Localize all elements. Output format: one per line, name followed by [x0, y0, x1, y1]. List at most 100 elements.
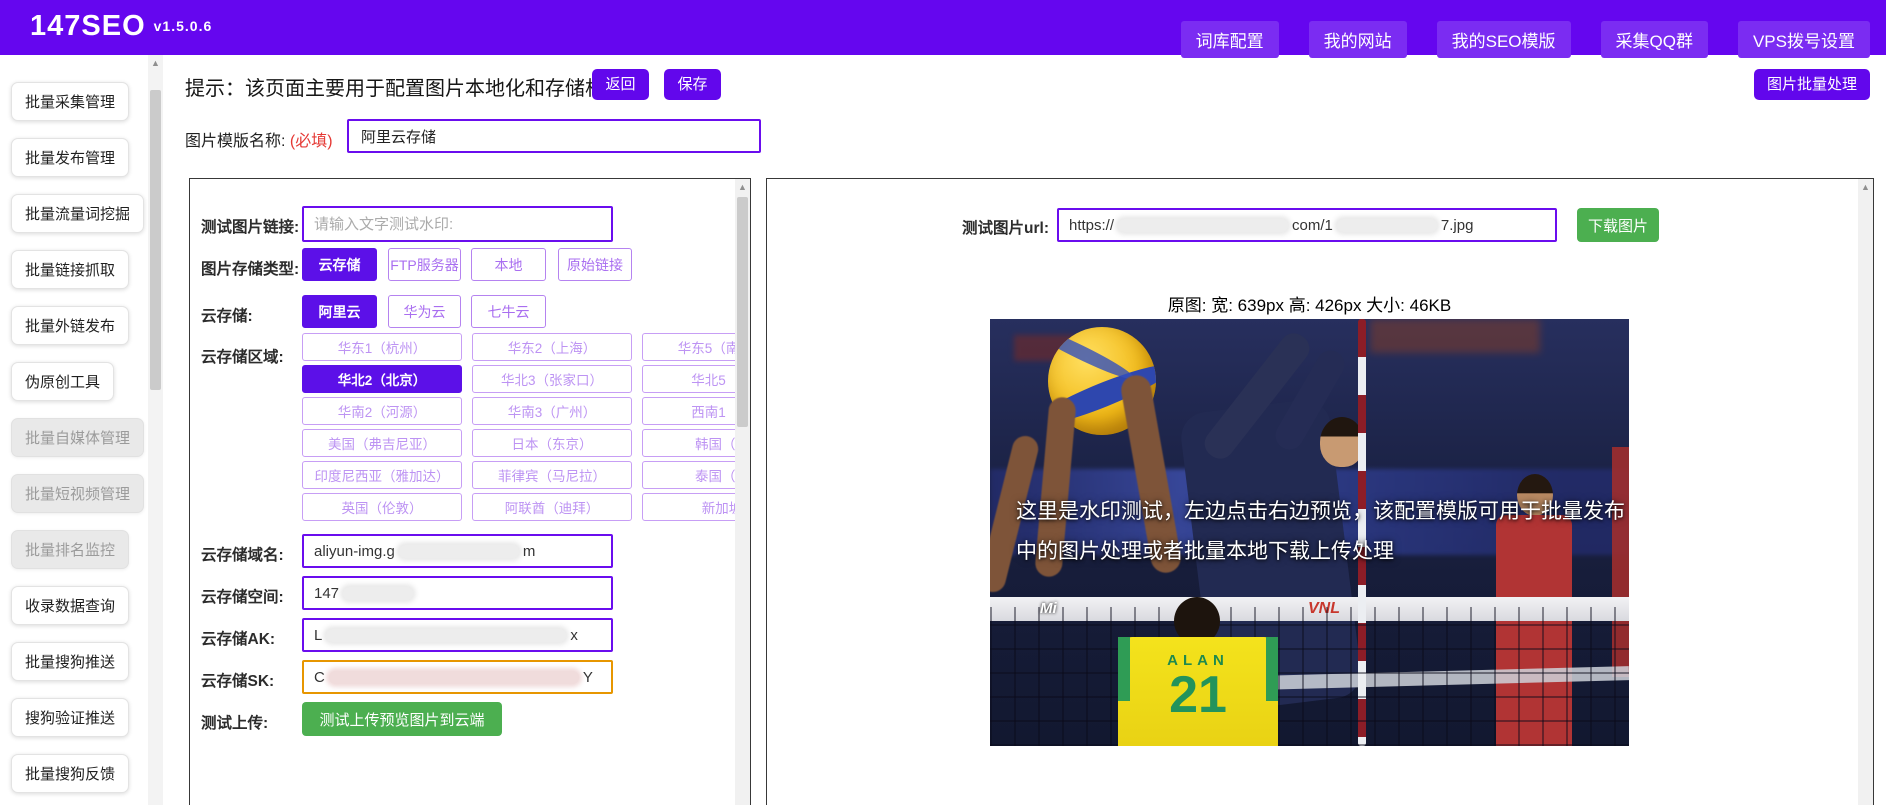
required-mark: (必填) [289, 133, 333, 150]
region-uk-london[interactable]: 英国（伦敦） [302, 493, 462, 521]
sk-input-focused[interactable]: CY [302, 660, 613, 694]
app-window: 147SEO v1.5.0.6 词库配置 我的网站 我的SEO模版 采集QQ群 V… [0, 0, 1886, 805]
region-huabei2-selected[interactable]: 华北2（北京） [302, 365, 462, 393]
region-huanan2[interactable]: 华南2（河源） [302, 397, 462, 425]
nav-item-vps-dial[interactable]: VPS拨号设置 [1737, 21, 1870, 58]
original-image-meta: 原图: 宽: 639px 高: 426px 大小: 46KB [1167, 296, 1452, 315]
brand-version: v1.5.0.6 [153, 18, 213, 34]
front-jersey-number: 21 [1169, 666, 1227, 724]
left-panel-scrollbar[interactable]: ▲ [735, 179, 750, 805]
storage-type-ftp[interactable]: FTP服务器 [388, 248, 461, 281]
redacted-text [1118, 218, 1289, 232]
storage-type-label: 图片存储类型: [201, 261, 300, 278]
sk-value-suffix: Y [582, 668, 593, 686]
preview-image: 22 Mi VNL ALAN 21 这里是水印测试，左边点击右边预览，该配置模版… [990, 319, 1629, 746]
storage-type-original[interactable]: 原始链接 [558, 248, 632, 281]
right-panel-scrollbar[interactable]: ▲ [1858, 179, 1873, 805]
region-us-virginia[interactable]: 美国（弗吉尼亚） [302, 429, 462, 457]
nav-item-thesaurus[interactable]: 词库配置 [1180, 21, 1279, 58]
sidebar-item-rewrite-tool[interactable]: 伪原创工具 [11, 362, 115, 401]
region-huadong1[interactable]: 华东1（杭州） [302, 333, 462, 361]
region-uae-dubai[interactable]: 阿联酋（迪拜） [472, 493, 632, 521]
storage-type-cloud[interactable]: 云存储 [302, 248, 377, 281]
vendor-huawei[interactable]: 华为云 [388, 295, 461, 328]
sk-label: 云存储SK: [201, 673, 275, 690]
page-tip: 提示：该页面主要用于配置图片本地化和存储相关 [185, 78, 625, 100]
sidebar-item-backlink[interactable]: 批量外链发布 [11, 306, 130, 345]
sidebar-item-rank-monitor: 批量排名监控 [11, 530, 130, 569]
domain-input[interactable]: aliyun-img.g m [302, 534, 613, 568]
sidebar-item-index-query[interactable]: 收录数据查询 [11, 586, 130, 625]
test-url-input[interactable]: https:// com/1 7.jpg [1057, 208, 1557, 242]
brand-logo: 147SEO v1.5.0.6 [30, 10, 212, 43]
ak-value-suffix: x [570, 626, 578, 644]
sidebar: 批量采集管理 批量发布管理 批量流量词挖掘 批量链接抓取 批量外链发布 伪原创工… [0, 55, 148, 805]
redacted-text [326, 628, 567, 642]
sidebar-item-media-manage: 批量自媒体管理 [11, 418, 145, 457]
nav-item-my-seo-templates[interactable]: 我的SEO模版 [1436, 21, 1571, 58]
region-huabei3[interactable]: 华北3（张家口） [472, 365, 632, 393]
watermark-line1: 这里是水印测试，左边点击右边预览，该配置模版可用于批量发布 [1016, 500, 1625, 523]
cloud-vendor-label: 云存储: [201, 308, 253, 325]
bucket-input[interactable]: 147 [302, 576, 613, 610]
watermark-line2: 中的图片处理或者批量本地下载上传处理 [1016, 540, 1394, 563]
region-japan-tokyo[interactable]: 日本（东京） [472, 429, 632, 457]
sidebar-item-publish[interactable]: 批量发布管理 [11, 138, 130, 177]
template-name-label-text: 图片模版名称: [185, 133, 286, 150]
sk-value-prefix: C [314, 668, 325, 686]
redacted-text [343, 586, 414, 600]
storage-type-local[interactable]: 本地 [471, 248, 546, 281]
test-upload-label: 测试上传: [201, 715, 269, 732]
topbar-nav: 词库配置 我的网站 我的SEO模版 采集QQ群 VPS拨号设置 [1180, 21, 1870, 58]
sidebar-item-link-grab[interactable]: 批量链接抓取 [11, 250, 130, 289]
ak-input[interactable]: Lx [302, 618, 613, 652]
sidebar-item-sogou-feedback[interactable]: 批量搜狗反馈 [11, 754, 130, 793]
main-scrollbar[interactable]: ▲ [148, 55, 163, 805]
test-image-link-input[interactable] [302, 206, 613, 242]
scroll-up-icon[interactable]: ▲ [735, 181, 750, 193]
url-mid: com/1 [1292, 216, 1333, 234]
back-button[interactable]: 返回 [592, 69, 649, 100]
left-panel-scrollbar-thumb[interactable] [737, 197, 748, 427]
region-philippines[interactable]: 菲律宾（马尼拉） [472, 461, 632, 489]
region-huanan3[interactable]: 华南3（广州） [472, 397, 632, 425]
main-scrollbar-thumb[interactable] [150, 90, 161, 390]
redacted-text [328, 670, 579, 684]
net-mesh [990, 607, 1629, 746]
region-huadong2[interactable]: 华东2（上海） [472, 333, 632, 361]
ak-value-prefix: L [314, 626, 323, 644]
arena-light-blob [1370, 319, 1540, 353]
vendor-aliyun[interactable]: 阿里云 [302, 295, 377, 328]
storage-config-panel: 测试图片链接: 图片存储类型: 云存储 FTP服务器 本地 原始链接 云存储: … [189, 178, 751, 805]
sidebar-item-keyword-mining[interactable]: 批量流量词挖掘 [11, 194, 145, 233]
redacted-text [1336, 218, 1437, 232]
template-name-input[interactable] [347, 119, 761, 153]
save-button[interactable]: 保存 [664, 69, 721, 100]
test-upload-button[interactable]: 测试上传预览图片到云端 [302, 702, 502, 736]
brand-text: 147SEO [30, 10, 146, 42]
test-image-link-label: 测试图片链接: [201, 219, 300, 236]
scroll-up-icon[interactable]: ▲ [148, 57, 163, 69]
nav-item-my-sites[interactable]: 我的网站 [1308, 21, 1407, 58]
domain-label: 云存储域名: [201, 547, 284, 564]
sidebar-item-collect[interactable]: 批量采集管理 [11, 82, 130, 121]
vendor-qiniu[interactable]: 七牛云 [471, 295, 546, 328]
image-batch-button[interactable]: 图片批量处理 [1754, 69, 1870, 100]
download-image-button[interactable]: 下载图片 [1577, 208, 1659, 242]
bucket-label: 云存储空间: [201, 589, 284, 606]
redacted-text [398, 544, 519, 558]
ak-label: 云存储AK: [201, 631, 276, 648]
sidebar-item-sogou-verify-push[interactable]: 搜狗验证推送 [11, 698, 130, 737]
region-indonesia[interactable]: 印度尼西亚（雅加达） [302, 461, 462, 489]
scroll-up-icon[interactable]: ▲ [1858, 181, 1873, 193]
sidebar-item-sogou-push[interactable]: 批量搜狗推送 [11, 642, 130, 681]
sidebar-item-short-video: 批量短视频管理 [11, 474, 145, 513]
url-suffix: 7.jpg [1440, 216, 1474, 234]
bucket-value-prefix: 147 [314, 584, 340, 602]
test-url-label: 测试图片url: [962, 220, 1049, 237]
region-label: 云存储区域: [201, 349, 284, 366]
preview-panel: 测试图片url: https:// com/1 7.jpg 下载图片 原图: 宽: … [766, 178, 1874, 805]
url-prefix: https:// [1069, 216, 1115, 234]
domain-value-suffix: m [522, 542, 536, 560]
nav-item-qq-group[interactable]: 采集QQ群 [1600, 21, 1708, 58]
